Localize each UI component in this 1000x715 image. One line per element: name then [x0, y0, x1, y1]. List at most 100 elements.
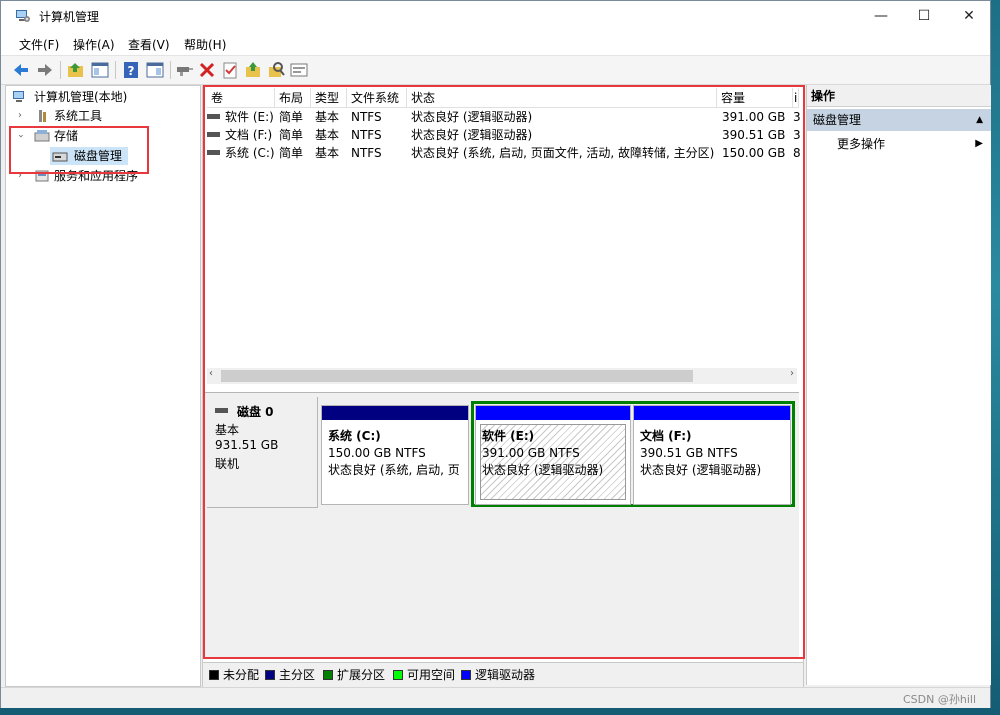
horizontal-scrollbar[interactable]: ‹ ›	[207, 368, 797, 384]
volume-row[interactable]: 系统 (C:) 简单 基本 NTFS 状态良好 (系统, 启动, 页面文件, 活…	[207, 144, 801, 162]
scroll-left-icon[interactable]: ‹	[209, 368, 213, 379]
cell-name: 文档 (F:)	[225, 128, 273, 142]
disk-graphical-view: 磁盘 0 基本 931.51 GB 联机 系统 (C:) 150.00 GB N…	[205, 392, 799, 657]
col-layout[interactable]: 布局	[275, 88, 311, 108]
cell-fs: NTFS	[351, 110, 382, 124]
submenu-arrow-icon: ▶	[975, 138, 983, 149]
volume-pane: 卷 布局 类型 文件系统 状态 容量 i 软件 (E:) 简单 基本 NTFS …	[202, 85, 804, 687]
menu-view[interactable]: 查看(V)	[128, 36, 170, 53]
partition-label: 软件 (E:)	[482, 429, 535, 443]
console-icon[interactable]	[289, 60, 309, 80]
maximize-button[interactable]: ☐	[901, 1, 947, 31]
tree-system-tools-label: 系统工具	[54, 109, 103, 123]
cell-extra: 8	[793, 146, 801, 160]
actions-section-disk-mgmt[interactable]: 磁盘管理 ▲	[807, 109, 991, 131]
storage-icon	[34, 130, 50, 142]
actions-section-label: 磁盘管理	[813, 113, 862, 127]
actions-pane: 操作 磁盘管理 ▲ 更多操作 ▶	[806, 85, 991, 685]
partition-size: 390.51 GB NTFS	[640, 446, 738, 460]
scroll-right-icon[interactable]: ›	[790, 368, 794, 379]
watermark: CSDN @孙hill	[903, 693, 976, 706]
disk-icon	[52, 152, 68, 162]
disk-state: 联机	[215, 457, 240, 471]
partition-status: 状态良好 (系统, 启动, 页	[328, 463, 460, 477]
back-icon[interactable]	[11, 60, 31, 80]
cell-type: 基本	[315, 146, 340, 160]
navigation-tree: 计算机管理(本地) › 系统工具 › 存储 磁盘管理 › 服务和应用程序	[5, 85, 201, 687]
up-folder-icon[interactable]	[66, 60, 86, 80]
col-filesystem[interactable]: 文件系统	[347, 88, 407, 108]
svg-text:?: ?	[128, 64, 135, 78]
partition-e[interactable]: 软件 (E:) 391.00 GB NTFS 状态良好 (逻辑驱动器)	[475, 405, 631, 505]
cell-status: 状态良好 (系统, 启动, 页面文件, 活动, 故障转储, 主分区)	[411, 146, 715, 160]
disk-size: 931.51 GB	[215, 438, 279, 452]
disk-info[interactable]: 磁盘 0 基本 931.51 GB 联机	[207, 397, 318, 508]
volume-row[interactable]: 文档 (F:) 简单 基本 NTFS 状态良好 (逻辑驱动器) 390.51 G…	[207, 126, 801, 144]
cell-capacity: 150.00 GB	[722, 146, 786, 160]
tree-item-disk-management[interactable]: 磁盘管理	[50, 147, 128, 165]
col-extra[interactable]: i	[793, 88, 799, 108]
partition-status: 状态良好 (逻辑驱动器)	[640, 463, 762, 477]
connect-icon[interactable]	[174, 60, 194, 80]
partition-label: 文档 (F:)	[640, 429, 692, 443]
delete-icon[interactable]	[197, 60, 217, 80]
menu-help[interactable]: 帮助(H)	[184, 36, 226, 53]
tree-root-label: 计算机管理(本地)	[34, 90, 128, 104]
more-actions-label: 更多操作	[837, 137, 886, 151]
menu-bar: 文件(F) 操作(A) 查看(V) 帮助(H)	[1, 31, 990, 55]
cell-layout: 简单	[279, 110, 304, 124]
upload-folder-icon[interactable]	[243, 60, 263, 80]
chevron-down-icon[interactable]: ›	[11, 134, 29, 138]
volume-row[interactable]: 软件 (E:) 简单 基本 NTFS 状态良好 (逻辑驱动器) 391.00 G…	[207, 108, 801, 126]
cell-fs: NTFS	[351, 146, 382, 160]
properties-icon[interactable]	[220, 60, 240, 80]
partition-status: 状态良好 (逻辑驱动器)	[482, 463, 604, 477]
partition-size: 150.00 GB NTFS	[328, 446, 426, 460]
toolbar: ?	[1, 55, 990, 85]
disk-type: 基本	[215, 423, 240, 437]
cell-capacity: 391.00 GB	[722, 110, 786, 124]
tree-services-label: 服务和应用程序	[54, 169, 139, 183]
legend-bar: 未分配 主分区 扩展分区 可用空间 逻辑驱动器	[202, 662, 804, 688]
cell-fs: NTFS	[351, 128, 382, 142]
disk-icon	[215, 408, 228, 413]
drive-icon	[207, 114, 220, 119]
more-actions[interactable]: 更多操作 ▶	[807, 133, 991, 155]
forward-icon[interactable]	[35, 60, 55, 80]
col-status[interactable]: 状态	[407, 88, 717, 108]
search-icon[interactable]	[266, 60, 286, 80]
cell-extra: 3	[793, 128, 801, 142]
drive-icon	[207, 132, 220, 137]
minimize-button[interactable]: —	[858, 1, 904, 31]
cell-layout: 简单	[279, 128, 304, 142]
col-capacity[interactable]: 容量	[717, 88, 793, 108]
tree-storage-label: 存储	[54, 129, 79, 143]
cell-type: 基本	[315, 128, 340, 142]
menu-action[interactable]: 操作(A)	[73, 36, 115, 53]
cell-type: 基本	[315, 110, 340, 124]
tools-icon	[39, 110, 46, 122]
cell-status: 状态良好 (逻辑驱动器)	[411, 110, 533, 124]
help-icon[interactable]: ?	[121, 60, 141, 80]
col-volume[interactable]: 卷	[207, 88, 275, 108]
chevron-right-icon[interactable]: ›	[18, 107, 22, 125]
legend-item: 逻辑驱动器	[461, 668, 535, 682]
actions-header: 操作	[807, 85, 991, 107]
partition-c[interactable]: 系统 (C:) 150.00 GB NTFS 状态良好 (系统, 启动, 页	[321, 405, 469, 505]
services-icon	[35, 170, 49, 182]
menu-file[interactable]: 文件(F)	[19, 36, 59, 53]
show-hide-tree-icon[interactable]	[90, 60, 110, 80]
view-icon[interactable]	[145, 60, 165, 80]
scrollbar-thumb[interactable]	[221, 370, 693, 382]
col-type[interactable]: 类型	[311, 88, 347, 108]
partition-size: 391.00 GB NTFS	[482, 446, 580, 460]
chevron-right-icon[interactable]: ›	[18, 167, 22, 185]
partition-f[interactable]: 文档 (F:) 390.51 GB NTFS 状态良好 (逻辑驱动器)	[633, 405, 791, 505]
disk-name: 磁盘 0	[237, 405, 274, 419]
collapse-icon[interactable]: ▲	[976, 109, 983, 131]
window-title: 计算机管理	[39, 10, 100, 24]
computer-mgmt-icon	[13, 91, 24, 102]
drive-icon	[207, 150, 220, 155]
close-button[interactable]: ✕	[946, 1, 992, 31]
computer-mgmt-icon	[16, 10, 30, 22]
